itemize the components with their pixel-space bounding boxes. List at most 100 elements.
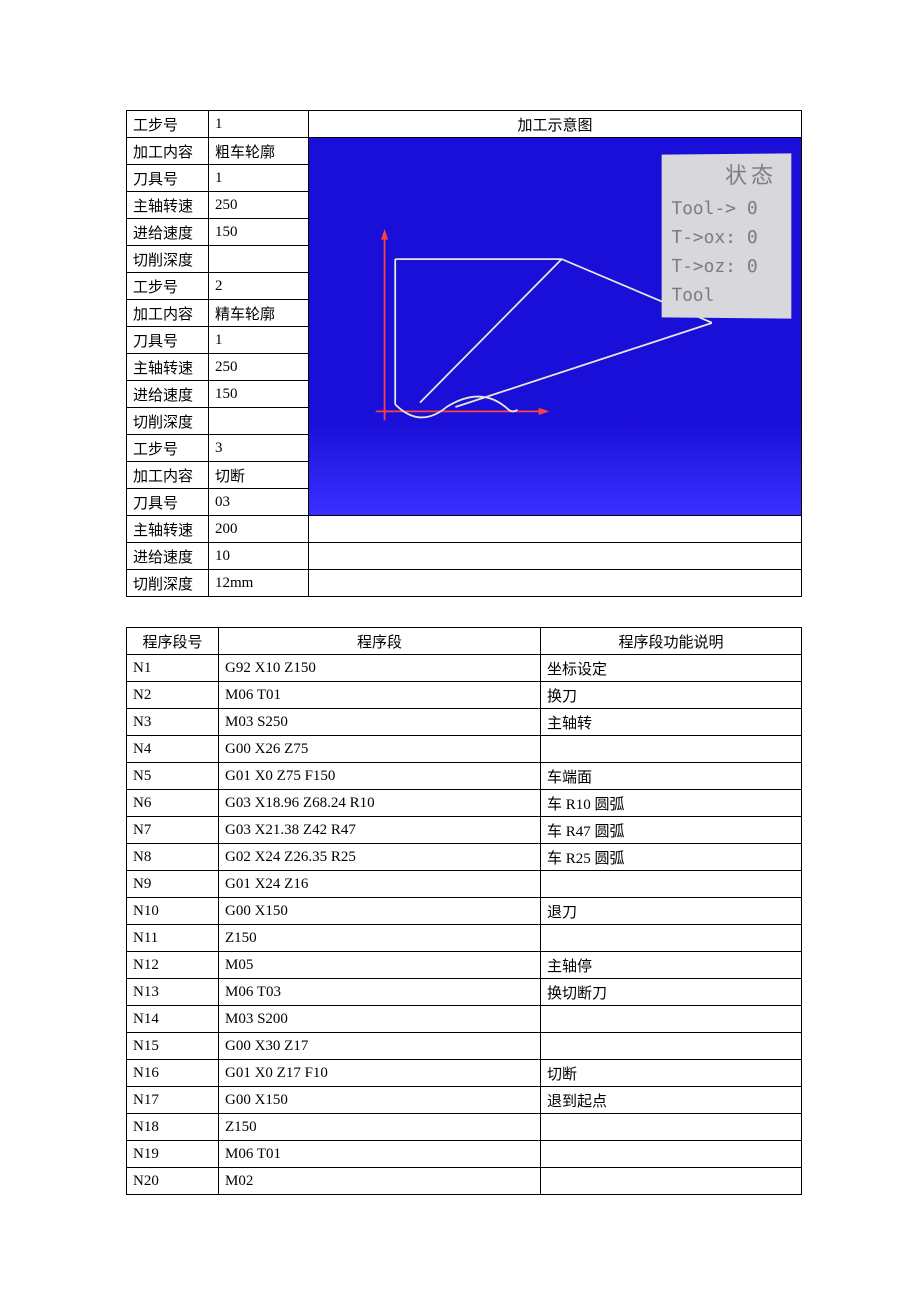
segment-number: N1 (127, 655, 219, 682)
segment-number: N18 (127, 1114, 219, 1141)
segment-desc: 车 R47 圆弧 (541, 817, 802, 844)
row-value: 03 (209, 489, 309, 516)
segment-number: N15 (127, 1033, 219, 1060)
segment-code: M06 T01 (219, 1141, 541, 1168)
row-value: 150 (209, 381, 309, 408)
row-value: 12mm (209, 570, 309, 597)
table-row: N19M06 T01 (127, 1141, 802, 1168)
segment-code: G00 X150 (219, 1087, 541, 1114)
row-label: 主轴转速 (127, 516, 209, 543)
row-label: 工步号 (127, 435, 209, 462)
segment-desc: 退刀 (541, 898, 802, 925)
row-label: 刀具号 (127, 165, 209, 192)
row-value: 1 (209, 327, 309, 354)
row-label: 进给速度 (127, 381, 209, 408)
segment-desc (541, 1033, 802, 1060)
segment-code: G92 X10 Z150 (219, 655, 541, 682)
segment-code: G00 X30 Z17 (219, 1033, 541, 1060)
row-label: 进给速度 (127, 219, 209, 246)
row-label: 刀具号 (127, 327, 209, 354)
segment-number: N20 (127, 1168, 219, 1195)
row-value: 150 (209, 219, 309, 246)
row-value: 粗车轮廓 (209, 138, 309, 165)
table-row: N14M03 S200 (127, 1006, 802, 1033)
status-line: T->oz: 0 (671, 253, 777, 282)
status-line: Tool-> 0 (671, 195, 777, 224)
segment-desc: 主轴停 (541, 952, 802, 979)
segment-number: N10 (127, 898, 219, 925)
table-row: N9G01 X24 Z16 (127, 871, 802, 898)
segment-code: Z150 (219, 925, 541, 952)
segment-desc: 车 R10 圆弧 (541, 790, 802, 817)
segment-code: Z150 (219, 1114, 541, 1141)
row-label: 进给速度 (127, 543, 209, 570)
table-row: N10G00 X150退刀 (127, 898, 802, 925)
segment-desc: 坐标设定 (541, 655, 802, 682)
row-value: 2 (209, 273, 309, 300)
row-value: 切断 (209, 462, 309, 489)
segment-code: G01 X24 Z16 (219, 871, 541, 898)
table-row: N1G92 X10 Z150坐标设定 (127, 655, 802, 682)
segment-code: M05 (219, 952, 541, 979)
row-label: 加工内容 (127, 462, 209, 489)
segment-desc: 主轴转 (541, 709, 802, 736)
segment-desc: 切断 (541, 1060, 802, 1087)
row-value (209, 246, 309, 273)
row-label: 加工内容 (127, 138, 209, 165)
table-row: N7G03 X21.38 Z42 R47车 R47 圆弧 (127, 817, 802, 844)
row-label: 加工内容 (127, 300, 209, 327)
table-row: N17G00 X150退到起点 (127, 1087, 802, 1114)
row-value: 250 (209, 354, 309, 381)
segment-code: G03 X18.96 Z68.24 R10 (219, 790, 541, 817)
table-row: 切削深度12mm (127, 570, 802, 597)
segment-number: N11 (127, 925, 219, 952)
segment-desc (541, 1168, 802, 1195)
row-value (209, 408, 309, 435)
diagram-empty (309, 570, 802, 597)
row-value: 200 (209, 516, 309, 543)
table-row: N20M02 (127, 1168, 802, 1195)
program-table: 程序段号 程序段 程序段功能说明 N1G92 X10 Z150坐标设定N2M06… (126, 627, 802, 1195)
segment-code: M06 T01 (219, 682, 541, 709)
row-label: 工步号 (127, 273, 209, 300)
segment-desc (541, 1114, 802, 1141)
segment-code: G02 X24 Z26.35 R25 (219, 844, 541, 871)
segment-desc (541, 925, 802, 952)
row-label: 切削深度 (127, 570, 209, 597)
row-value: 250 (209, 192, 309, 219)
segment-number: N17 (127, 1087, 219, 1114)
segment-number: N13 (127, 979, 219, 1006)
table-row: N4G00 X26 Z75 (127, 736, 802, 763)
diagram-empty (309, 543, 802, 570)
segment-number: N7 (127, 817, 219, 844)
segment-number: N3 (127, 709, 219, 736)
segment-desc: 车端面 (541, 763, 802, 790)
table-row: N2M06 T01换刀 (127, 682, 802, 709)
table-row: N16G01 X0 Z17 F10切断 (127, 1060, 802, 1087)
row-label: 切削深度 (127, 246, 209, 273)
status-line: T->ox: 0 (671, 224, 777, 253)
segment-code: G03 X21.38 Z42 R47 (219, 817, 541, 844)
segment-code: M03 S200 (219, 1006, 541, 1033)
table-row: N5G01 X0 Z75 F150车端面 (127, 763, 802, 790)
segment-code: G00 X150 (219, 898, 541, 925)
table-row: N6G03 X18.96 Z68.24 R10车 R10 圆弧 (127, 790, 802, 817)
row-value: 1 (209, 165, 309, 192)
segment-desc (541, 1141, 802, 1168)
segment-desc: 换切断刀 (541, 979, 802, 1006)
segment-number: N2 (127, 682, 219, 709)
table-row: N8G02 X24 Z26.35 R25车 R25 圆弧 (127, 844, 802, 871)
table-row: N11Z150 (127, 925, 802, 952)
table-row: N18Z150 (127, 1114, 802, 1141)
segment-number: N8 (127, 844, 219, 871)
row-label: 主轴转速 (127, 354, 209, 381)
segment-number: N6 (127, 790, 219, 817)
segment-code: G01 X0 Z75 F150 (219, 763, 541, 790)
segment-number: N14 (127, 1006, 219, 1033)
segment-code: G01 X0 Z17 F10 (219, 1060, 541, 1087)
segment-desc (541, 1006, 802, 1033)
segment-code: M06 T03 (219, 979, 541, 1006)
status-title: 状态 (671, 158, 777, 194)
table-row: N15G00 X30 Z17 (127, 1033, 802, 1060)
status-line: Tool (671, 281, 777, 311)
